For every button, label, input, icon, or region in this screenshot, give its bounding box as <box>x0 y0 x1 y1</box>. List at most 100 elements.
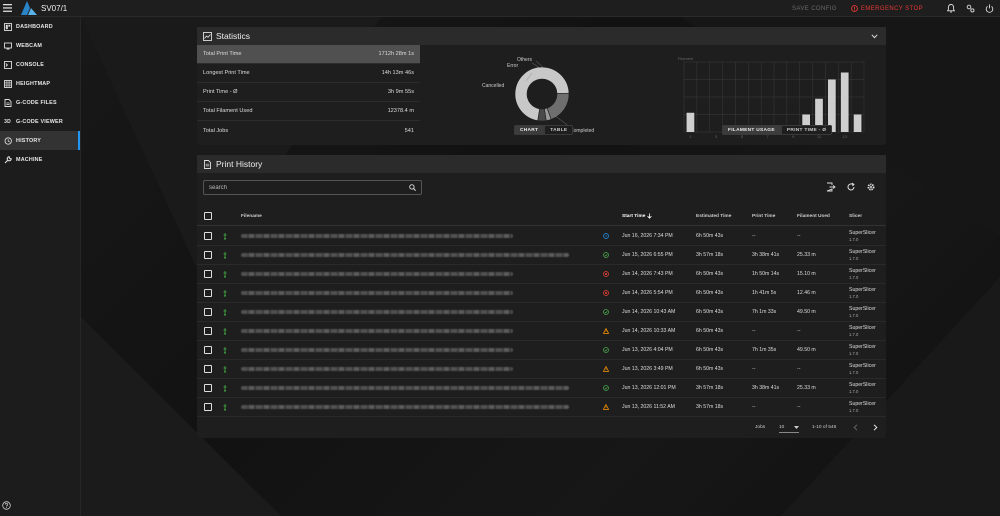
table-row[interactable]: Jun 14, 2026 5:54 PM 6h 50m 43s 1h 41m 5s 1… <box>197 284 886 303</box>
bar-13 <box>840 72 849 132</box>
donut-label-completed: Completed <box>570 128 595 134</box>
sidebar-item-gcode-viewer[interactable]: 3D G-CODE VIEWER <box>0 112 80 131</box>
refresh-icon[interactable] <box>846 182 856 192</box>
row-checkbox[interactable] <box>204 270 212 278</box>
sidebar-item-webcam[interactable]: WEBCAM <box>0 36 80 55</box>
power-icon[interactable] <box>984 4 994 14</box>
filename-blurred <box>241 367 513 371</box>
search-input[interactable] <box>209 184 399 191</box>
table-row[interactable]: Jun 13, 2026 11:52 AM 3h 57m 18s -- -- Super… <box>197 398 886 417</box>
table-row[interactable]: Jun 16, 2026 7:34 PM 6h 50m 43s -- -- SuperS… <box>197 227 886 246</box>
sidebar-item-dashboard[interactable]: DASHBOARD <box>0 17 80 36</box>
emergency-stop-label: EMERGENCY STOP <box>860 5 923 12</box>
row-checkbox[interactable] <box>204 232 212 240</box>
donut-slice-cancelled <box>546 92 570 120</box>
history-table-header: Filename Start Time Estimated Time Print… <box>197 207 886 226</box>
sidebar-item-gcode-files[interactable]: G-CODE FILES <box>0 93 80 112</box>
start-time-cell: Jun 14, 2026 5:54 PM <box>622 290 673 296</box>
start-time-cell: Jun 15, 2026 6:55 PM <box>622 252 673 258</box>
donut-label-error: Error <box>507 63 519 69</box>
chart-table-toggle: CHART TABLE <box>514 125 574 135</box>
gcode-thumbnail-icon <box>223 347 227 354</box>
gcode-thumbnail-icon <box>223 309 227 316</box>
filament-used-cell: 12.46 m <box>797 290 816 296</box>
menu-icon[interactable] <box>1 0 13 17</box>
slicer-name: SuperSlicer <box>849 230 876 236</box>
filament-used-cell: 15.10 m <box>797 271 816 277</box>
row-checkbox[interactable] <box>204 403 212 411</box>
slicer-cell: SuperSlicer 1.7.0 <box>849 265 876 283</box>
filename-blurred <box>241 405 569 409</box>
table-row[interactable]: Jun 15, 2026 6:55 PM 3h 57m 18s 3h 38m 41s… <box>197 246 886 265</box>
gcode-thumbnail-icon <box>223 328 227 335</box>
status-error-icon <box>603 328 609 334</box>
row-checkbox[interactable] <box>204 365 212 373</box>
sidebar-item-console[interactable]: CONSOLE <box>0 55 80 74</box>
bell-icon[interactable] <box>946 4 956 14</box>
export-icon[interactable] <box>826 182 836 192</box>
table-row[interactable]: Jun 14, 2026 10:33 AM 6h 50m 43s -- -- Super… <box>197 322 886 341</box>
slicer-cell: SuperSlicer 1.7.0 <box>849 227 876 245</box>
print-time-toggle-button[interactable]: PRINT TIME - Ø <box>780 125 833 135</box>
estimated-time-cell: 3h 57m 18s <box>696 385 724 391</box>
filament-usage-toggle-button[interactable]: FILAMENT USAGE <box>722 125 781 135</box>
select-all-checkbox[interactable] <box>204 212 212 220</box>
row-checkbox[interactable] <box>204 346 212 354</box>
sidebar-item-machine[interactable]: MACHINE <box>0 150 80 169</box>
help-icon[interactable] <box>2 501 11 510</box>
gear-icon[interactable] <box>866 182 876 192</box>
settings-icon[interactable] <box>965 4 975 14</box>
statistics-panel: Statistics Total Print Time 1712h 28m 1s… <box>197 27 886 145</box>
sidebar-item-label: G-CODE VIEWER <box>16 118 63 125</box>
table-row[interactable]: Jun 14, 2026 10:43 AM 6h 50m 43s 7h 1m 33s… <box>197 303 886 322</box>
table-row[interactable]: Jun 14, 2026 7:43 PM 6h 50m 43s 1h 50m 14s… <box>197 265 886 284</box>
table-toggle-button[interactable]: TABLE <box>544 125 574 135</box>
slicer-cell: SuperSlicer 1.7.0 <box>849 303 876 321</box>
column-slicer[interactable]: Slicer <box>849 207 862 225</box>
webcam-icon <box>3 41 12 50</box>
chart-toggle-button[interactable]: CHART <box>514 125 545 135</box>
table-row[interactable]: Jun 13, 2026 3:49 PM 6h 50m 43s -- -- SuperS… <box>197 360 886 379</box>
row-checkbox[interactable] <box>204 251 212 259</box>
column-estimated-time[interactable]: Estimated Time <box>696 207 731 225</box>
column-print-time[interactable]: Print Time <box>752 207 775 225</box>
emergency-stop-button[interactable]: EMERGENCY STOP <box>851 5 923 12</box>
column-filament-used[interactable]: Filament Used <box>797 207 830 225</box>
filename-blurred <box>241 291 513 295</box>
table-row[interactable]: Jun 13, 2026 4:04 PM 6h 50m 43s 7h 1m 35s 4… <box>197 341 886 360</box>
slicer-version: 1.7.0 <box>849 294 859 299</box>
start-time-cell: Jun 13, 2026 12:01 PM <box>622 385 676 391</box>
chevron-left-icon[interactable] <box>853 424 858 431</box>
slicer-cell: SuperSlicer 1.7.0 <box>849 284 876 302</box>
table-row[interactable]: Jun 13, 2026 12:01 PM 3h 57m 18s 3h 38m 41… <box>197 379 886 398</box>
gcode-thumbnail-icon <box>223 290 227 297</box>
print-time-cell: -- <box>752 366 756 372</box>
print-time-cell: -- <box>752 404 756 410</box>
slicer-version: 1.7.0 <box>849 351 859 356</box>
sidebar-item-label: HISTORY <box>16 137 42 144</box>
start-time-cell: Jun 14, 2026 10:33 AM <box>622 328 676 334</box>
bar-1 <box>686 112 695 132</box>
slicer-version: 1.7.0 <box>849 313 859 318</box>
save-config-button[interactable]: SAVE CONFIG <box>792 6 837 12</box>
row-checkbox[interactable] <box>204 289 212 297</box>
filename-blurred <box>241 310 513 314</box>
printer-name: SV07/1 <box>41 3 68 13</box>
jobs-per-page-select[interactable]: 10 <box>779 423 799 433</box>
sidebar-item-history[interactable]: HISTORY <box>0 131 80 150</box>
chevron-right-icon[interactable] <box>873 424 878 431</box>
row-checkbox[interactable] <box>204 327 212 335</box>
row-checkbox[interactable] <box>204 384 212 392</box>
stop-icon <box>851 5 858 12</box>
status-completed-icon <box>603 309 609 315</box>
column-filename[interactable]: Filename <box>241 207 262 225</box>
row-checkbox[interactable] <box>204 308 212 316</box>
stat-label: Total Print Time <box>203 51 242 57</box>
search-icon[interactable] <box>409 184 416 191</box>
file-icon <box>3 98 12 107</box>
donut-label-cancelled: Cancelled <box>482 83 505 89</box>
sidebar-item-heightmap[interactable]: HEIGHTMAP <box>0 74 80 93</box>
search-field[interactable] <box>203 180 422 195</box>
column-start-time[interactable]: Start Time <box>622 207 653 225</box>
chevron-up-icon[interactable] <box>871 34 878 39</box>
